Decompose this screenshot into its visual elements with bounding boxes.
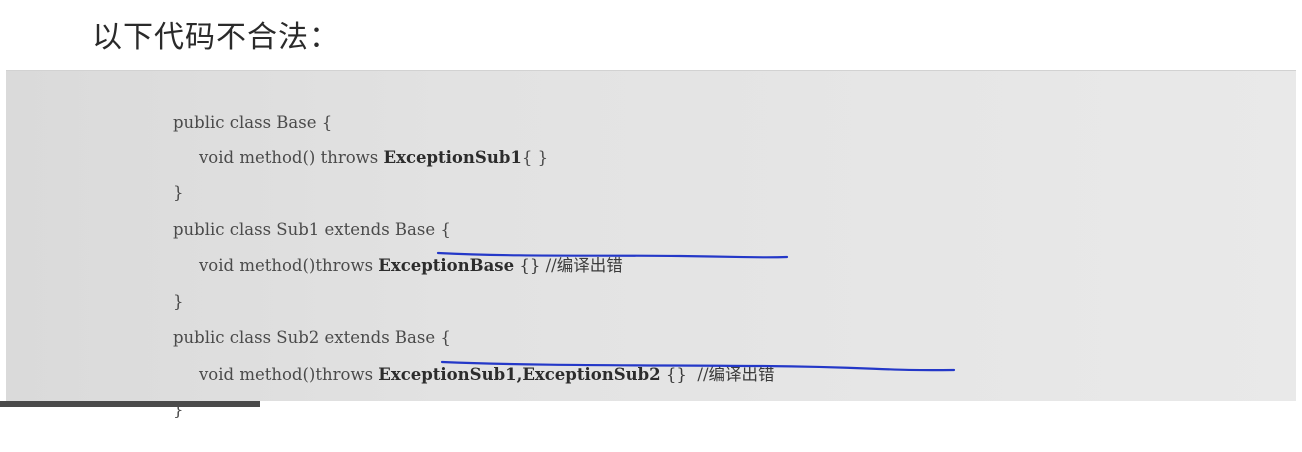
code-line-3: }: [152, 151, 184, 202]
code-comment: {} //编译出错: [660, 365, 775, 384]
exception-name: ExceptionBase: [378, 256, 515, 275]
bottom-rule: [0, 401, 260, 407]
page-heading: 以下代码不合法：: [92, 20, 340, 55]
code-line-7: public class Sub2 extends Base {: [152, 296, 451, 347]
code-text: { }: [521, 148, 549, 167]
code-line-4: public class Sub1 extends Base {: [152, 188, 451, 239]
exception-name: ExceptionSub1,ExceptionSub2: [378, 365, 661, 384]
code-line-1: public class Base {: [152, 81, 332, 132]
code-line-5: void method()throws ExceptionBase {} //编…: [178, 224, 623, 275]
code-line-9: }: [152, 368, 184, 419]
code-text: void method()throws: [198, 365, 379, 384]
code-text: void method()throws: [198, 256, 379, 275]
code-line-2: void method() throws ExceptionSub1{ }: [178, 116, 548, 167]
code-comment: {} //编译出错: [514, 256, 623, 275]
code-text: void method() throws: [198, 148, 384, 167]
code-line-8: void method()throws ExceptionSub1,Except…: [178, 333, 775, 384]
code-block: public class Base { void method() throws…: [6, 70, 1296, 419]
exception-name: ExceptionSub1: [383, 148, 522, 167]
code-line-6: }: [152, 260, 184, 311]
